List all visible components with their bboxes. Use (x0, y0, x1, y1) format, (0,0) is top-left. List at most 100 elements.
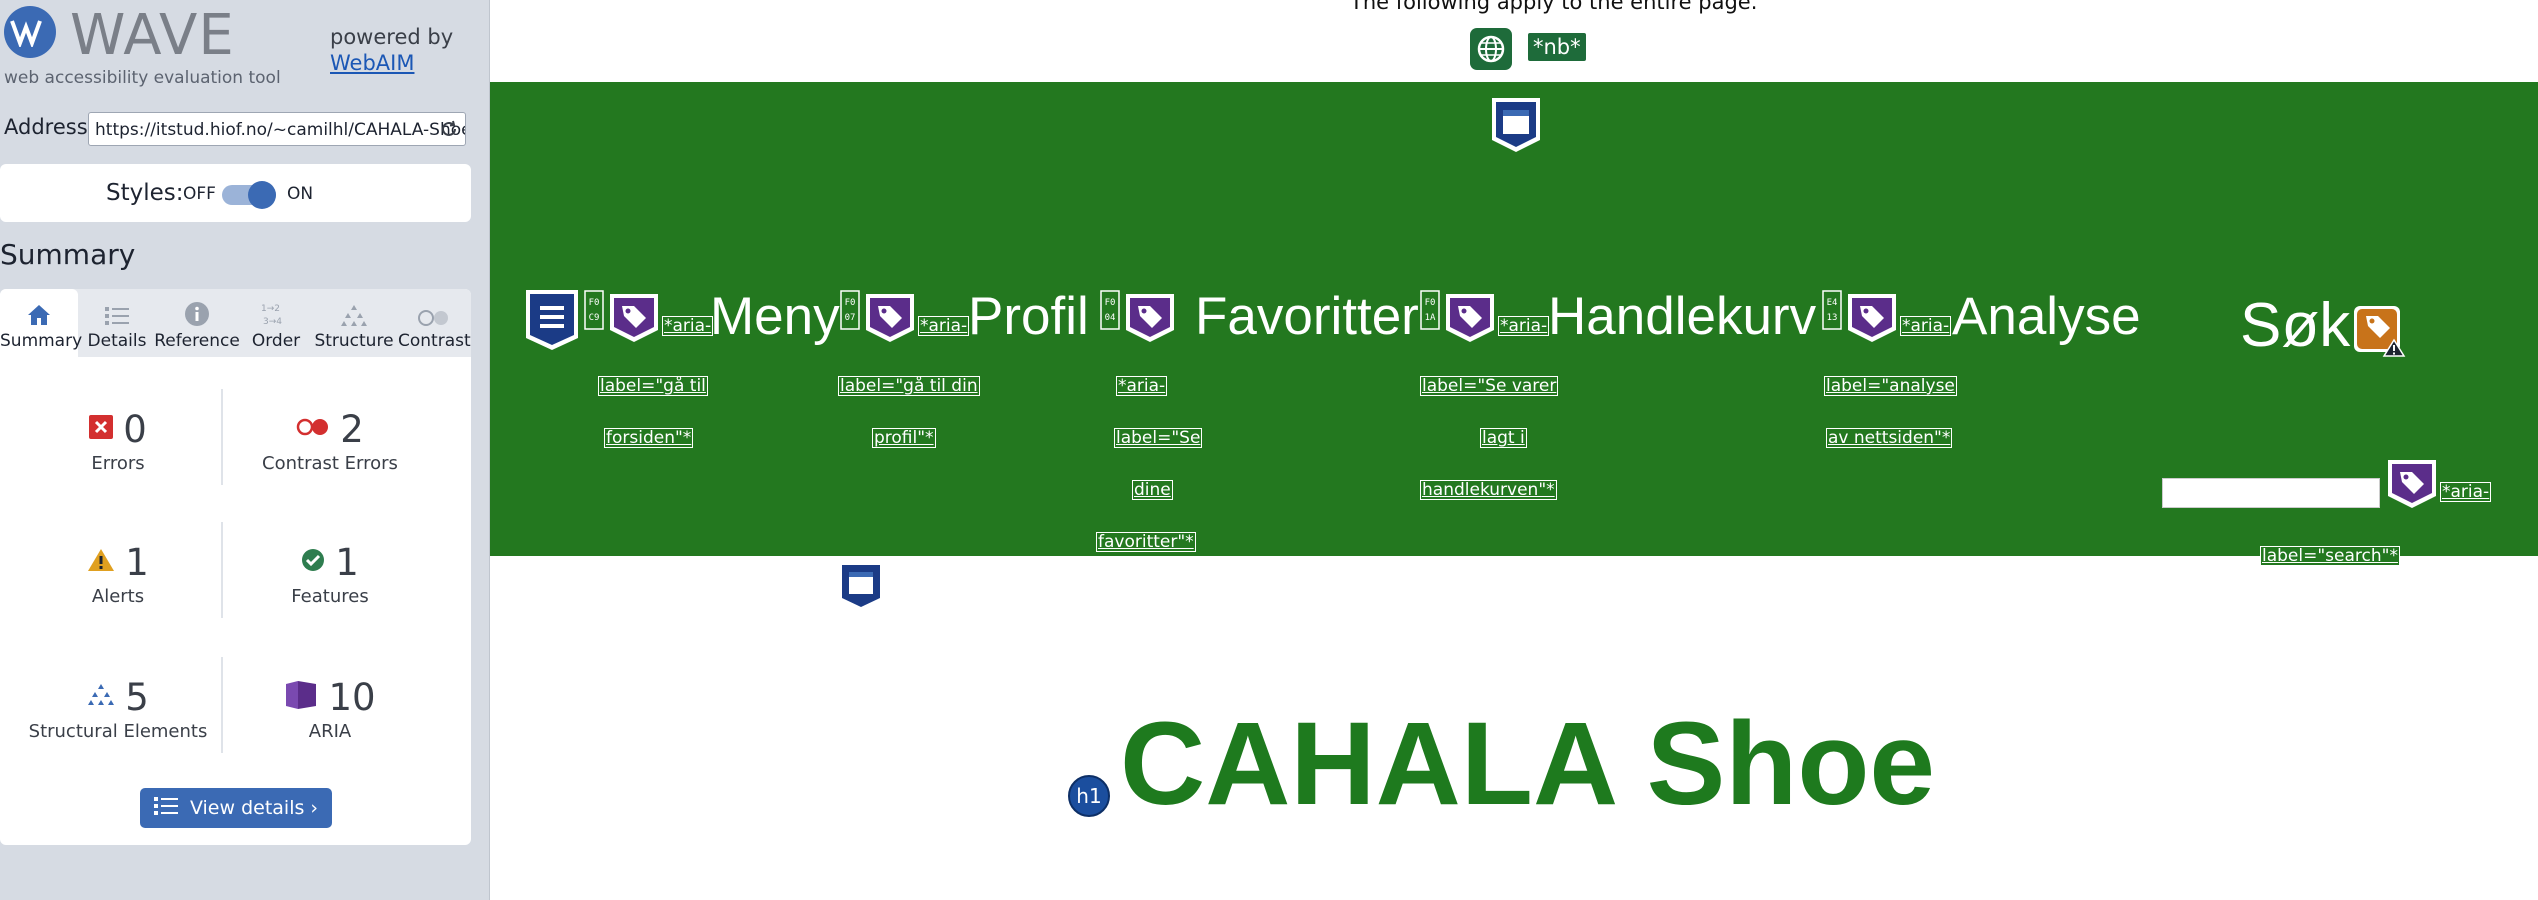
svg-text:F0: F0 (845, 298, 856, 308)
list-icon (82, 289, 152, 327)
list-icon (153, 796, 178, 821)
panel-tabbar: Summary Details Reference 1→23→4 Order (0, 289, 471, 357)
contrast-label: Contrast Errors (262, 453, 398, 474)
nav-link-profil[interactable]: Profil (968, 286, 1089, 347)
tab-order[interactable]: 1→2 3→4 Order (244, 289, 308, 357)
errors-count: 0 (123, 407, 147, 451)
summary-title: Summary (0, 238, 136, 271)
contrast-icon (398, 289, 470, 327)
alert-label-icon[interactable] (2352, 304, 2406, 362)
features-label: Features (291, 586, 369, 607)
webaim-link[interactable]: WebAIM (330, 50, 453, 76)
tabindex-code-icon: F0 1A (1420, 290, 1440, 334)
nav-link-analyse[interactable]: Analyse (1952, 286, 2141, 347)
aria-label-profil: profil"* (872, 428, 936, 448)
aria-label-handlekurv: label="Se varer (1420, 376, 1559, 396)
contrast-error-icon (296, 418, 330, 440)
aria-tag-icon[interactable] (1124, 292, 1176, 348)
aria-prefix-label: *aria- (662, 316, 714, 336)
search-input[interactable] (2162, 478, 2380, 508)
svg-text:F0: F0 (1425, 298, 1436, 308)
contrast-count: 2 (340, 407, 364, 451)
feature-icon (301, 548, 325, 576)
stat-features[interactable]: 1 Features (220, 541, 440, 608)
aria-label-favoritter: *aria- (1116, 376, 1168, 396)
aria-label-meny: label="gå til (598, 376, 708, 396)
tabindex-code-icon: F0 04 (1100, 290, 1120, 334)
aria-label-search: *aria- (2440, 482, 2492, 502)
wave-logo-text: WAVE (70, 3, 235, 68)
stat-aria[interactable]: 10 ARIA (220, 675, 440, 742)
tab-contrast[interactable]: Contrast (398, 289, 471, 357)
svg-text:1A: 1A (1425, 313, 1436, 323)
aria-label-analyse: label="analyse (1824, 376, 1957, 396)
view-details-label: View details › (189, 797, 319, 819)
svg-text:3→4: 3→4 (263, 317, 282, 327)
structural-label: Structural Elements (28, 721, 208, 742)
svg-text:F0: F0 (589, 298, 600, 308)
divider (221, 389, 223, 485)
tab-reference[interactable]: Reference (154, 289, 240, 357)
aria-label-favoritter: dine (1132, 480, 1173, 500)
styles-card: Styles: OFF ON (0, 164, 471, 222)
nav-link-favoritter[interactable]: Favoritter (1195, 286, 1419, 347)
evaluated-page: The following apply to the entire page. … (490, 0, 2538, 900)
svg-text:C9: C9 (589, 313, 600, 323)
stat-errors[interactable]: 0 Errors (8, 407, 228, 474)
alert-icon (87, 548, 115, 576)
aria-tag-icon[interactable] (2386, 458, 2438, 514)
svg-text:07: 07 (845, 313, 856, 323)
aria-tag-icon[interactable] (1846, 292, 1898, 348)
page-note: The following apply to the entire page. (1350, 0, 1758, 14)
h1-badge-icon[interactable]: h1 (1068, 775, 1110, 817)
stat-alerts[interactable]: 1 Alerts (8, 541, 228, 607)
aria-label-search: label="search"* (2260, 546, 2400, 566)
stat-structural[interactable]: 5 Structural Elements (8, 676, 228, 743)
nav-link-sok[interactable]: Søk (2240, 290, 2350, 361)
header-region-icon[interactable] (1488, 96, 1544, 158)
structure-icon (87, 683, 115, 711)
alerts-label: Alerts (91, 586, 145, 607)
powered-by: powered by WebAIM (330, 24, 453, 76)
svg-text:E4: E4 (1827, 298, 1838, 308)
aria-tag-icon[interactable] (1444, 292, 1496, 348)
home-icon (0, 289, 78, 327)
aria-label-handlekurv: handlekurven"* (1420, 480, 1557, 500)
aria-prefix-label: *aria- (918, 316, 970, 336)
aria-prefix-label: *aria- (1498, 316, 1550, 336)
structure-icon (312, 289, 396, 327)
svg-text:F0: F0 (1105, 298, 1116, 308)
aria-count: 10 (328, 675, 376, 719)
main-region-icon[interactable] (836, 560, 886, 616)
nav-link-handlekurv[interactable]: Handlekurv (1548, 286, 1816, 347)
tab-structure[interactable]: Structure (312, 289, 396, 357)
summary-card: Summary Details Reference 1→23→4 Order (0, 289, 471, 845)
aria-label-favoritter: label="Se (1114, 428, 1203, 448)
tab-label: Order (251, 331, 301, 351)
tab-details[interactable]: Details (82, 289, 152, 357)
errors-label: Errors (91, 453, 145, 474)
powered-by-text: powered by (330, 25, 454, 49)
svg-text:1→2: 1→2 (261, 304, 280, 314)
nav-link-meny[interactable]: Meny (710, 286, 840, 347)
order-icon: 1→2 3→4 (244, 289, 308, 327)
stat-contrast-errors[interactable]: 2 Contrast Errors (220, 407, 440, 475)
wave-logo-icon (4, 6, 56, 58)
page-heading: CAHALA Shoe (1120, 698, 1936, 830)
tab-label: Reference (154, 331, 240, 351)
reload-icon[interactable] (437, 117, 461, 141)
tab-label: Contrast (398, 331, 471, 351)
address-input[interactable]: https://itstud.hiof.no/~camilhl/CAHALA-S… (88, 112, 466, 146)
tabindex-code-icon: F0 C9 (584, 290, 604, 334)
lang-tag: *nb* (1528, 33, 1586, 61)
aria-label-handlekurv: lagt i (1480, 428, 1527, 448)
tab-summary[interactable]: Summary (0, 289, 82, 357)
view-details-button[interactable]: View details › (140, 788, 332, 828)
navigation-region-icon[interactable] (524, 288, 580, 356)
globe-icon[interactable] (1470, 28, 1512, 70)
aria-tag-icon[interactable] (864, 292, 916, 348)
styles-off-label: OFF (183, 184, 216, 204)
aria-tag-icon[interactable] (608, 292, 660, 348)
styles-on-label: ON (287, 184, 314, 204)
styles-toggle-knob[interactable] (248, 181, 276, 209)
